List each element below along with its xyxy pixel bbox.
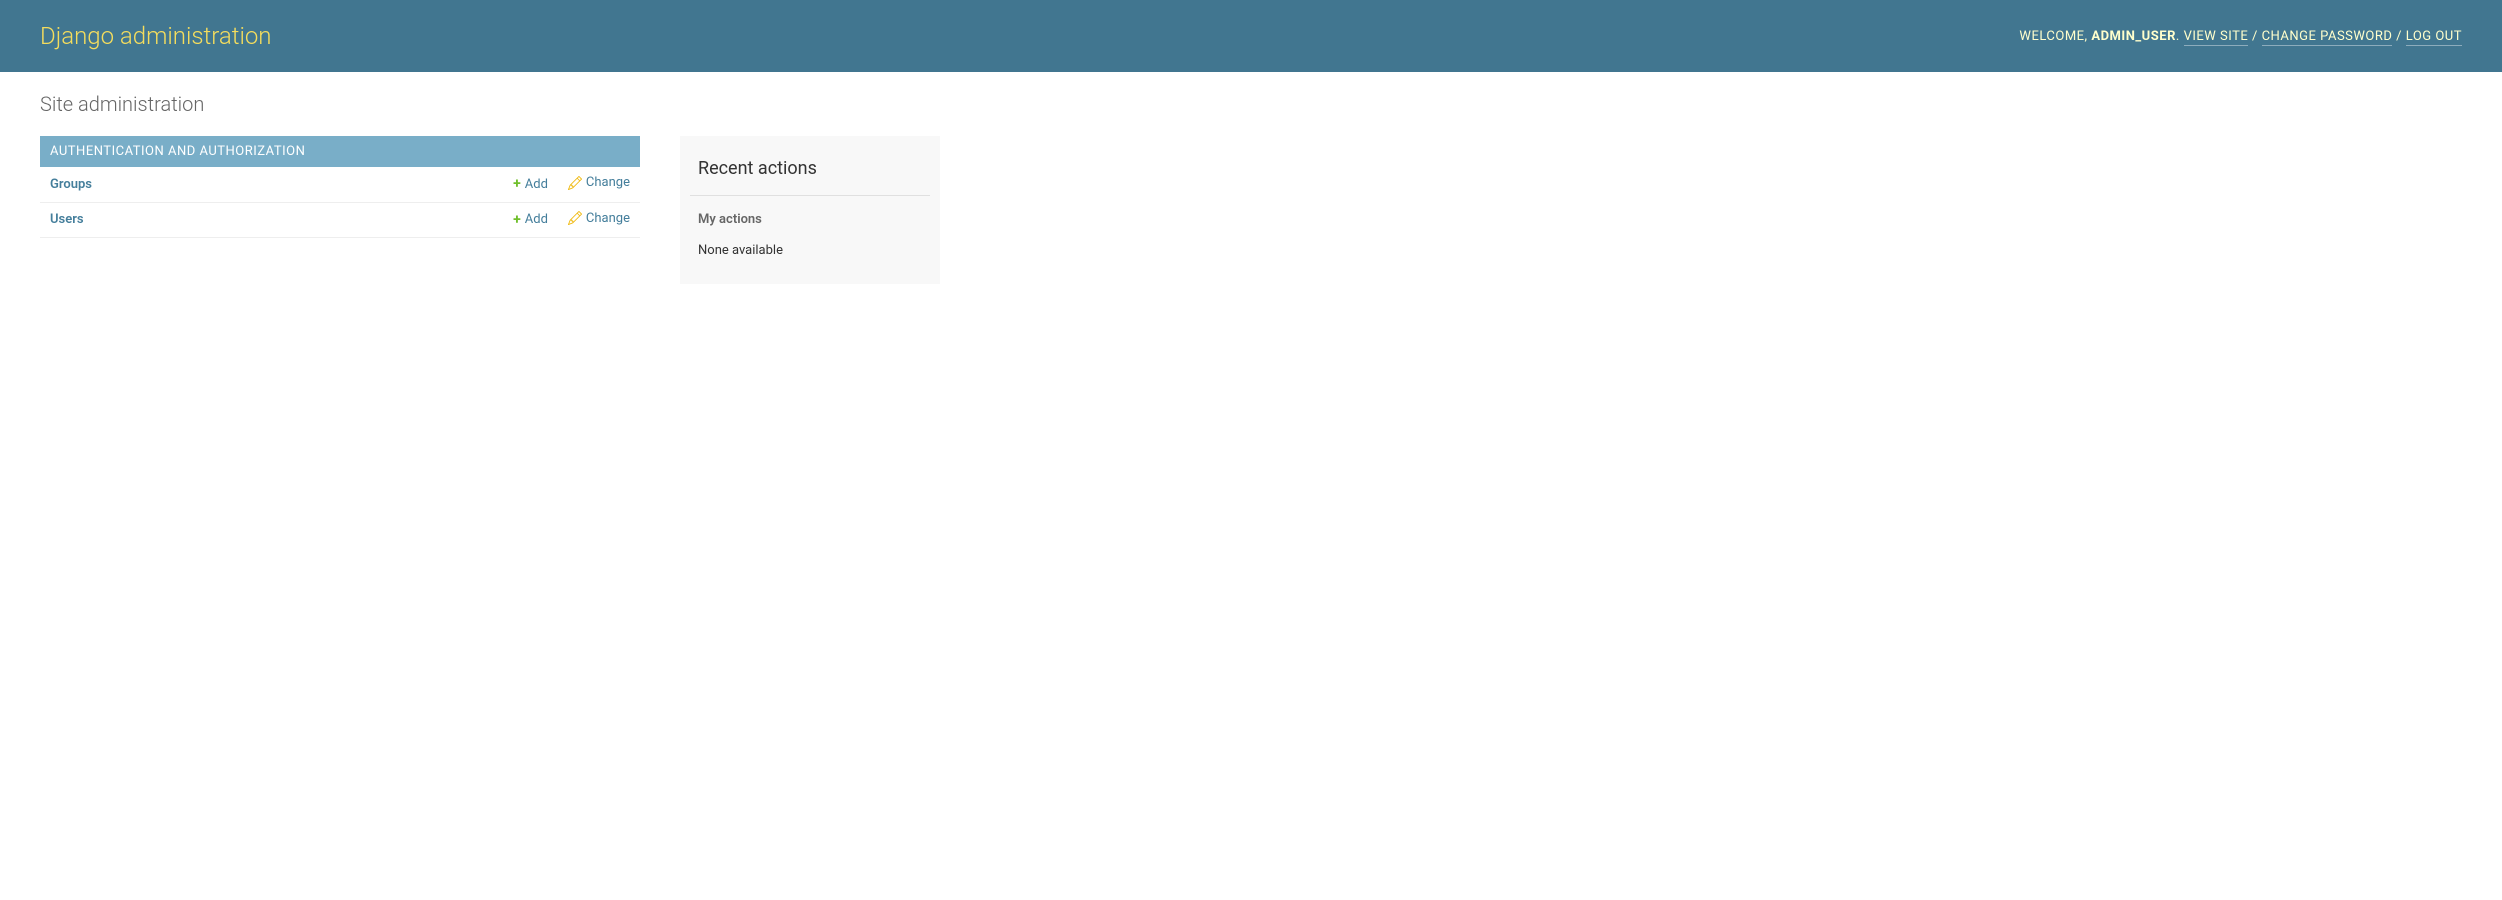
app-module-auth: Authentication and Authorization Groups … [40, 136, 640, 238]
recent-actions-module: Recent actions My actions None available [680, 136, 940, 284]
plus-icon: + [513, 212, 521, 228]
branding-link[interactable]: Django administration [40, 22, 272, 50]
branding: Django administration [40, 22, 272, 50]
pencil-icon [568, 176, 582, 190]
model-row: Users + Add [40, 202, 640, 238]
model-link-users[interactable]: Users [50, 212, 84, 227]
recent-actions-empty: None available [690, 235, 930, 274]
change-link-users[interactable]: Change [568, 211, 630, 226]
change-password-link[interactable]: Change password [2262, 29, 2393, 46]
add-link-users[interactable]: + Add [513, 212, 548, 228]
add-link-groups[interactable]: + Add [513, 176, 548, 192]
username: ADMIN_USER [2091, 29, 2176, 44]
separator: / [2392, 29, 2405, 44]
change-label: Change [586, 175, 630, 190]
view-site-link[interactable]: View site [2184, 29, 2249, 46]
separator: . [2176, 29, 2184, 44]
change-label: Change [586, 211, 630, 226]
user-tools: Welcome, ADMIN_USER. View site / Change … [2019, 29, 2462, 44]
add-label: Add [525, 177, 548, 192]
my-actions-subtitle: My actions [690, 204, 930, 235]
model-row: Groups + Add [40, 167, 640, 202]
page-title: Site administration [40, 92, 2462, 116]
logout-link[interactable]: Log out [2406, 29, 2462, 46]
model-link-groups[interactable]: Groups [50, 177, 92, 192]
change-link-groups[interactable]: Change [568, 175, 630, 190]
content: Site administration Authentication and A… [0, 72, 2502, 334]
admin-header: Django administration Welcome, ADMIN_USE… [0, 0, 2502, 72]
plus-icon: + [513, 176, 521, 192]
recent-actions-title: Recent actions [690, 146, 930, 196]
pencil-icon [568, 211, 582, 225]
add-label: Add [525, 212, 548, 227]
content-main: Authentication and Authorization Groups … [40, 136, 640, 314]
welcome-text: Welcome, [2019, 29, 2087, 44]
app-caption[interactable]: Authentication and Authorization [40, 136, 640, 167]
app-caption-link[interactable]: Authentication and Authorization [50, 144, 305, 159]
separator: / [2248, 29, 2261, 44]
content-related: Recent actions My actions None available [680, 136, 940, 314]
